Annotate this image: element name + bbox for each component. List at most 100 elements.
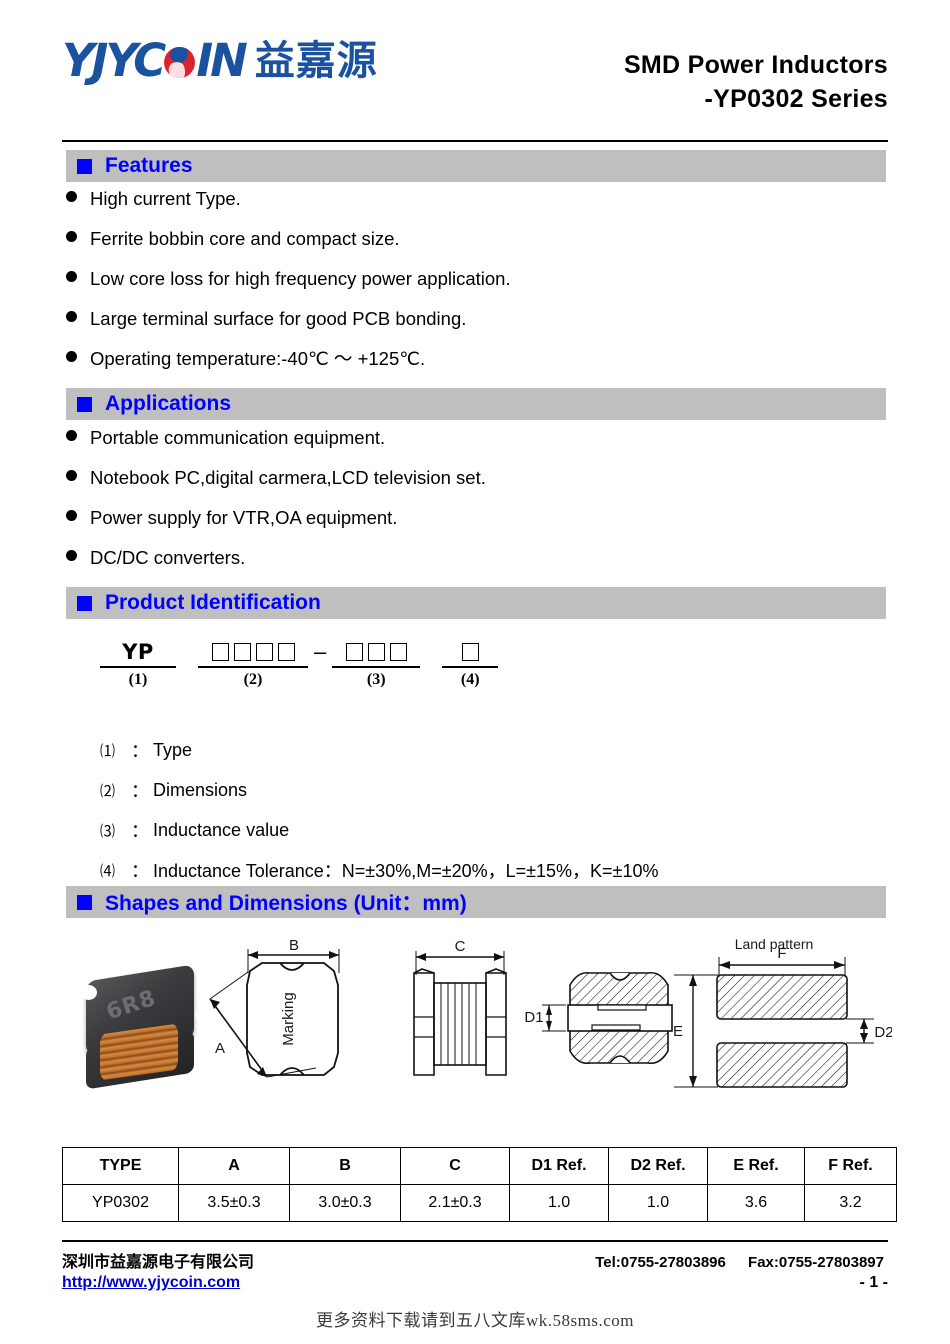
dim-label-f: F: [777, 945, 786, 962]
section-title-applications: Applications: [105, 392, 232, 415]
logo-wordmark-head: YJYC: [62, 34, 166, 87]
feature-text: Ferrite bobbin core and compact size.: [90, 228, 400, 249]
dim-label-d1: D1: [524, 1009, 543, 1026]
page-title: SMD Power Inductors -YP0302 Series: [624, 48, 888, 116]
footer-row-2: http://www.yjycoin.com - 1 -: [62, 1274, 888, 1300]
legend-key: ⑴: [100, 743, 116, 760]
col-header-e-ref: E Ref.: [707, 1147, 805, 1185]
page-header: YJYC IN 益嘉源 SMD Power Inductors -YP0302 …: [0, 0, 950, 128]
cell-type: YP0302: [62, 1184, 179, 1222]
pid-box: [345, 643, 363, 661]
pid-index-4: (4): [460, 671, 480, 688]
cell-b: 3.0±0.3: [289, 1184, 401, 1222]
dimensions-table: TYPE A B C D1 Ref. D2 Ref. E Ref. F Ref.…: [62, 1147, 897, 1222]
bullet-dot-icon: [66, 311, 77, 322]
application-text: Portable communication equipment.: [90, 427, 386, 448]
part-number-legend: ⑴ ： Type ⑵ ： Dimensions ⑶ ： Inductance v…: [100, 730, 900, 890]
bullet-square-icon: [77, 595, 92, 611]
bullet-dot-icon: [66, 550, 77, 561]
col-header-a: A: [178, 1147, 290, 1185]
footer-tel: Tel:0755-27803896: [595, 1254, 726, 1271]
section-title-product-identification: Product Identification: [105, 591, 321, 614]
page-footer: 深圳市益嘉源电子有限公司 Tel:0755-27803896 Fax:0755-…: [62, 1248, 888, 1300]
dim-label-d2: D2: [874, 1024, 892, 1041]
dim-label-a: A: [215, 1040, 225, 1057]
bullet-square-icon: [77, 396, 92, 412]
pid-underline: [198, 666, 308, 668]
pid-group-1: YP (1): [100, 638, 176, 689]
bullet-dot-icon: [66, 271, 77, 282]
feature-text: Large terminal surface for good PCB bond…: [90, 308, 467, 329]
legend-colon: ：: [131, 861, 149, 881]
section-title-features: Features: [105, 154, 193, 177]
cell-f-ref: 3.2: [804, 1184, 897, 1222]
pid-box: [211, 643, 229, 661]
legend-item: ⑷ ： Inductance Tolerance：N=±30%,M=±20%，L…: [100, 850, 900, 890]
logo-chinese-name: 益嘉源: [254, 37, 378, 84]
logo-o-icon: [164, 47, 196, 78]
list-item: Low core loss for high frequency power a…: [66, 268, 886, 310]
section-header-applications: Applications: [66, 388, 886, 420]
bullet-dot-icon: [66, 510, 77, 521]
pid-box: [233, 643, 251, 661]
application-text: DC/DC converters.: [90, 547, 246, 568]
bullet-dot-icon: [66, 430, 77, 441]
col-header-f-ref: F Ref.: [804, 1147, 897, 1185]
footer-row-1: 深圳市益嘉源电子有限公司 Tel:0755-27803896 Fax:0755-…: [62, 1248, 888, 1274]
table-header-row: TYPE A B C D1 Ref. D2 Ref. E Ref. F Ref.: [62, 1147, 897, 1185]
pid-underline: [332, 666, 421, 668]
applications-list: Portable communication equipment. Notebo…: [66, 427, 886, 589]
legend-value: Type: [153, 739, 193, 760]
list-item: Portable communication equipment.: [66, 427, 886, 469]
list-item: Ferrite bobbin core and compact size.: [66, 228, 886, 270]
feature-text: Low core loss for high frequency power a…: [90, 268, 511, 289]
cell-c: 2.1±0.3: [400, 1184, 510, 1222]
company-logo: YJYC IN 益嘉源: [62, 38, 378, 83]
legend-value: Dimensions: [153, 779, 248, 800]
section-title-shapes-dimensions: Shapes and Dimensions (Unit：mm): [105, 892, 467, 915]
pid-box: [255, 643, 273, 661]
footer-fax: Fax:0755-27803897: [748, 1254, 884, 1271]
pid-group-3: (3): [332, 638, 421, 689]
application-text: Notebook PC,digital carmera,LCD televisi…: [90, 467, 486, 488]
legend-colon: ：: [131, 741, 149, 761]
part-number-diagram: YP (1) (2) – (3) (4): [100, 638, 580, 700]
list-item: Notebook PC,digital carmera,LCD televisi…: [66, 467, 886, 509]
logo-wordmark-tail: IN: [196, 34, 247, 87]
pid-group-4: (4): [442, 638, 499, 689]
application-text: Power supply for VTR,OA equipment.: [90, 507, 398, 528]
section-header-product-identification: Product Identification: [66, 587, 886, 619]
legend-key: ⑵: [100, 783, 116, 800]
dimension-drawings: 6R8 B A Marking C D1 Land pattern F E D2: [62, 925, 892, 1140]
legend-colon: ：: [131, 781, 149, 801]
legend-item: ⑵ ： Dimensions: [100, 770, 900, 810]
footer-company-name: 深圳市益嘉源电子有限公司: [62, 1252, 255, 1271]
land-pattern-title: Land pattern: [735, 936, 814, 952]
pid-box: [389, 643, 407, 661]
pid-prefix-label: YP: [122, 640, 154, 664]
legend-item: ⑶ ： Inductance value: [100, 810, 900, 850]
feature-text: Operating temperature:-40℃ ～ +125℃.: [90, 348, 426, 369]
table-row: YP0302 3.5±0.3 3.0±0.3 2.1±0.3 1.0 1.0 3…: [62, 1184, 897, 1222]
legend-item: ⑴ ： Type: [100, 730, 900, 770]
dim-label-b: B: [289, 937, 299, 954]
bullet-dot-icon: [66, 231, 77, 242]
bullet-square-icon: [77, 894, 92, 910]
pid-underline: [442, 666, 499, 668]
page-title-line2: -YP0302 Series: [704, 85, 888, 113]
bullet-dot-icon: [66, 351, 77, 362]
list-item: Power supply for VTR,OA equipment.: [66, 507, 886, 549]
features-list: High current Type. Ferrite bobbin core a…: [66, 189, 886, 390]
cell-d1-ref: 1.0: [509, 1184, 609, 1222]
col-header-b: B: [289, 1147, 401, 1185]
bullet-dot-icon: [66, 191, 77, 202]
footer-website-link[interactable]: http://www.yjycoin.com: [62, 1274, 240, 1292]
legend-colon: ：: [131, 821, 149, 841]
legend-value: Inductance value: [153, 819, 290, 840]
marking-text: Marking: [280, 992, 297, 1045]
legend-value: Inductance Tolerance：N=±30%,M=±20%，L=±15…: [153, 861, 659, 881]
cell-d2-ref: 1.0: [608, 1184, 708, 1222]
pid-index-3: (3): [366, 671, 386, 688]
section-header-features: Features: [66, 150, 886, 182]
pid-group-2: (2): [198, 638, 308, 689]
